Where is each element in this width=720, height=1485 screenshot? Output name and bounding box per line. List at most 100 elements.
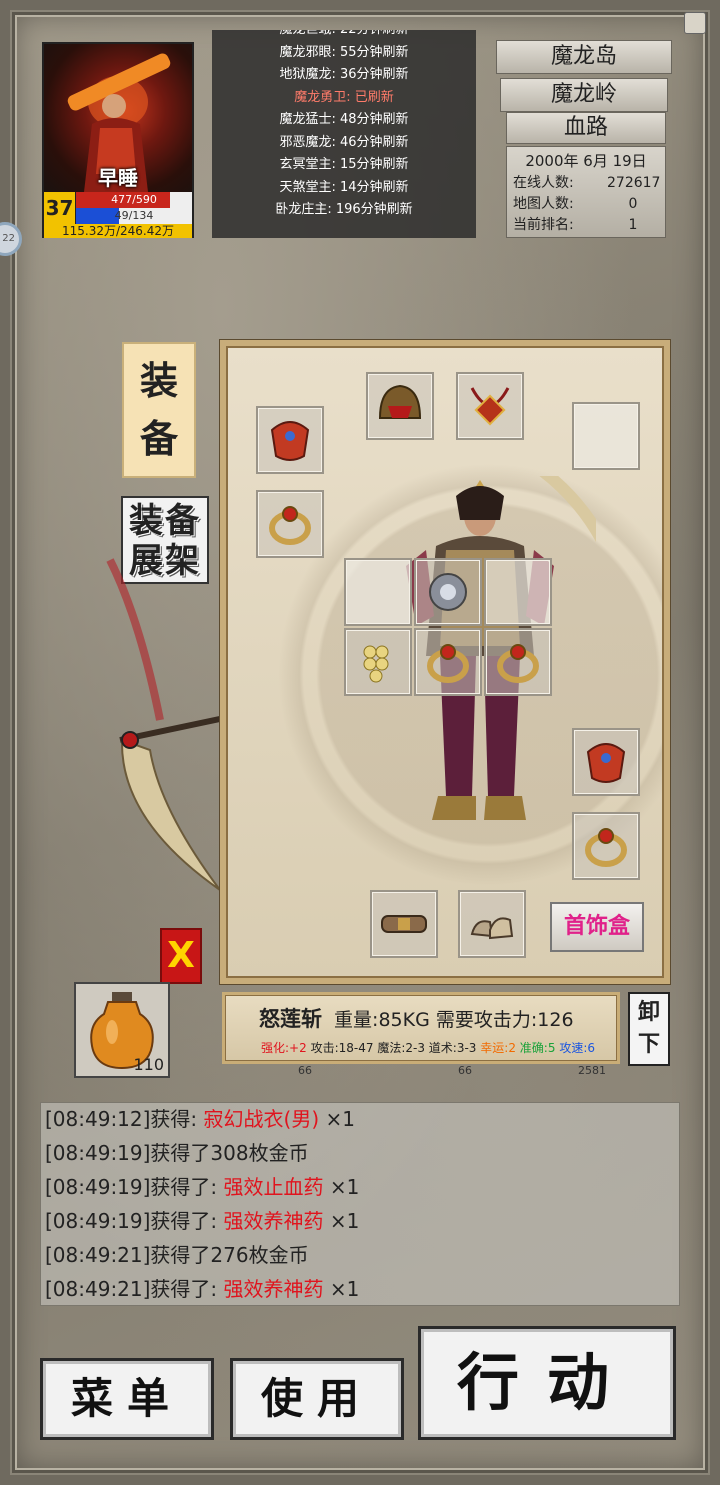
equipment-slot[interactable] xyxy=(256,490,324,558)
log-item-name: 强效养神药 xyxy=(223,1209,324,1233)
message-log[interactable]: [08:49:12]获得: 寂幻战衣(男) ×1 [08:49:19]获得了308… xyxy=(40,1102,680,1306)
log-item-count: ×1 xyxy=(323,1209,360,1233)
boss-refresh-row: 魔龙猛士: 48分钟刷新 xyxy=(279,112,409,127)
hp-text: 477/590 xyxy=(111,193,157,206)
quick-potion-slot[interactable]: 110 xyxy=(74,982,170,1078)
equipment-slot[interactable] xyxy=(370,890,438,958)
mp-bar: 49/134 xyxy=(76,208,192,224)
tab-equipment-label-1: 装 xyxy=(139,359,178,403)
region-button[interactable]: 魔龙岛 xyxy=(496,40,672,74)
log-item-count: ×1 xyxy=(323,1277,360,1301)
equipment-slot[interactable] xyxy=(414,628,482,696)
area-button[interactable]: 魔龙岭 xyxy=(500,78,668,112)
stat-attack: 攻击:18-47 xyxy=(310,1041,374,1055)
equipment-slot[interactable] xyxy=(572,402,640,470)
boss-refresh-list: 魔龙巨蛾: 22分钟刷新魔龙邪眼: 55分钟刷新地狱魔龙: 36分钟刷新魔龙勇卫… xyxy=(212,30,476,238)
rank-value: 1 xyxy=(628,217,638,233)
stat-accuracy: 准确:5 xyxy=(519,1041,556,1055)
item-summary: 怒莲斩 重量:85KG 需要攻击力:126 xyxy=(259,1003,574,1033)
boss-refresh-row: 魔龙邪眼: 55分钟刷新 xyxy=(279,44,409,60)
tab-equipment[interactable]: 装 备 xyxy=(122,342,196,478)
hidden-slot-strip: 66 66 2581 xyxy=(232,1064,612,1078)
item-requirement: 需要攻击力:126 xyxy=(435,1009,574,1031)
item-info-panel: 怒莲斩 重量:85KG 需要攻击力:126 强化:+2 攻击:18-47 魔法:… xyxy=(222,992,620,1064)
online-value: 272617 xyxy=(607,175,661,191)
equipment-slot[interactable] xyxy=(484,628,552,696)
player-portrait-panel[interactable]: 早睡 37 477/590 49/134 115.32万/246.42万 xyxy=(42,42,194,238)
boss-refresh-row: 邪恶魔龙: 46分钟刷新 xyxy=(279,134,409,150)
boss-refresh-row: 天煞堂主: 14分钟刷新 xyxy=(279,179,409,195)
mp-text: 49/134 xyxy=(114,209,154,222)
log-text: [08:49:12]获得: xyxy=(45,1107,204,1131)
rank-label: 当前排名: xyxy=(513,217,574,233)
log-item-name: 强效养神药 xyxy=(223,1277,324,1301)
stat-tao: 道术:3-3 xyxy=(428,1041,477,1055)
log-item-name: 强效止血药 xyxy=(223,1175,324,1199)
boss-refresh-row: 魔龙巨蛾: 22分钟刷新 xyxy=(212,30,476,42)
rank-row: 当前排名: 1 xyxy=(513,215,659,236)
boss-refresh-row: 玄冥堂主: 15分钟刷新 xyxy=(279,157,409,172)
equipment-slot[interactable] xyxy=(572,728,640,796)
menu-button[interactable]: 菜单 xyxy=(40,1358,214,1440)
item-name: 怒莲斩 xyxy=(259,1007,322,1031)
unequip-label-2: 下 xyxy=(637,1032,660,1057)
strip-value-c: 2581 xyxy=(578,1064,606,1077)
stat-enhance: 强化:+2 xyxy=(261,1041,307,1055)
log-row: [08:49:19]获得了: 强效养神药 ×1 xyxy=(45,1205,675,1239)
item-stats: 强化:+2 攻击:18-47 魔法:2-3 道术:3-3 幸运:2 准确:5 攻… xyxy=(261,1039,595,1056)
log-row: [08:49:19]获得了308枚金币 xyxy=(45,1137,675,1171)
equipment-slot[interactable] xyxy=(366,372,434,440)
unequip-button[interactable]: 卸 下 xyxy=(628,992,670,1066)
potion-count: 110 xyxy=(133,1055,164,1074)
map-count-row: 地图人数: 0 xyxy=(513,194,659,215)
equipment-slot[interactable] xyxy=(572,812,640,880)
tab-equipment-label-2: 备 xyxy=(139,417,178,461)
hp-bar: 477/590 xyxy=(76,192,192,208)
log-text: [08:49:19]获得了308枚金币 xyxy=(45,1141,309,1165)
log-text: [08:49:19]获得了: xyxy=(45,1209,224,1233)
mp-fill xyxy=(76,208,119,224)
log-item-name: 寂幻战衣(男) xyxy=(203,1107,320,1131)
map-count-label: 地图人数: xyxy=(513,196,574,212)
map-count-value: 0 xyxy=(628,196,638,212)
use-button[interactable]: 使用 xyxy=(230,1358,404,1440)
close-button[interactable]: X xyxy=(160,928,202,984)
online-count-row: 在线人数: 272617 xyxy=(513,173,661,194)
strip-value-a: 66 xyxy=(298,1064,312,1077)
strip-value-b: 66 xyxy=(458,1064,472,1077)
stat-speed: 攻速:6 xyxy=(559,1041,595,1055)
log-text: [08:49:21]获得了276枚金币 xyxy=(45,1243,309,1267)
server-info-box: 2000年 6月 19日 在线人数: 272617 地图人数: 0 当前排名: … xyxy=(506,146,666,238)
log-row: [08:49:21]获得了: 强效养神药 ×1 xyxy=(45,1273,675,1307)
boss-refresh-row: 魔龙勇卫: 已刷新 xyxy=(294,89,394,105)
equipment-slot[interactable] xyxy=(456,372,524,440)
item-weight: 重量:85KG xyxy=(334,1009,430,1031)
equipment-slot[interactable] xyxy=(458,890,526,958)
log-text: [08:49:19]获得了: xyxy=(45,1175,224,1199)
boss-refresh-row: 地狱魔龙: 36分钟刷新 xyxy=(279,67,409,82)
log-row: [08:49:19]获得了: 强效止血药 ×1 xyxy=(45,1171,675,1205)
stat-luck: 幸运:2 xyxy=(480,1041,516,1055)
equipment-slot[interactable] xyxy=(344,628,412,696)
map-button[interactable]: 血路 xyxy=(506,112,666,144)
exp-text: 115.32万/246.42万 xyxy=(44,224,192,238)
log-text: [08:49:21]获得了: xyxy=(45,1277,224,1301)
equipment-slot[interactable] xyxy=(484,558,552,626)
window-corner-button[interactable] xyxy=(684,12,706,34)
equipment-slot[interactable] xyxy=(344,558,412,626)
game-date: 2000年 6月 19日 xyxy=(525,152,647,170)
log-item-count: ×1 xyxy=(319,1107,355,1131)
online-label: 在线人数: xyxy=(513,175,574,191)
equipment-slot[interactable] xyxy=(414,558,482,626)
equipment-panel xyxy=(220,340,670,984)
jewelry-box-button[interactable]: 首饰盒 xyxy=(550,902,644,952)
log-row: [08:49:21]获得了276枚金币 xyxy=(45,1239,675,1273)
boss-refresh-row: 卧龙庄主: 196分钟刷新 xyxy=(275,202,413,217)
stat-magic: 魔法:2-3 xyxy=(377,1041,425,1055)
log-row: [08:49:12]获得: 寂幻战衣(男) ×1 xyxy=(45,1103,675,1137)
action-button[interactable]: 行动 xyxy=(418,1326,676,1440)
equipment-slot[interactable] xyxy=(256,406,324,474)
player-level: 37 xyxy=(44,192,76,224)
log-item-count: ×1 xyxy=(323,1175,360,1199)
unequip-label-1: 卸 xyxy=(637,1000,660,1025)
